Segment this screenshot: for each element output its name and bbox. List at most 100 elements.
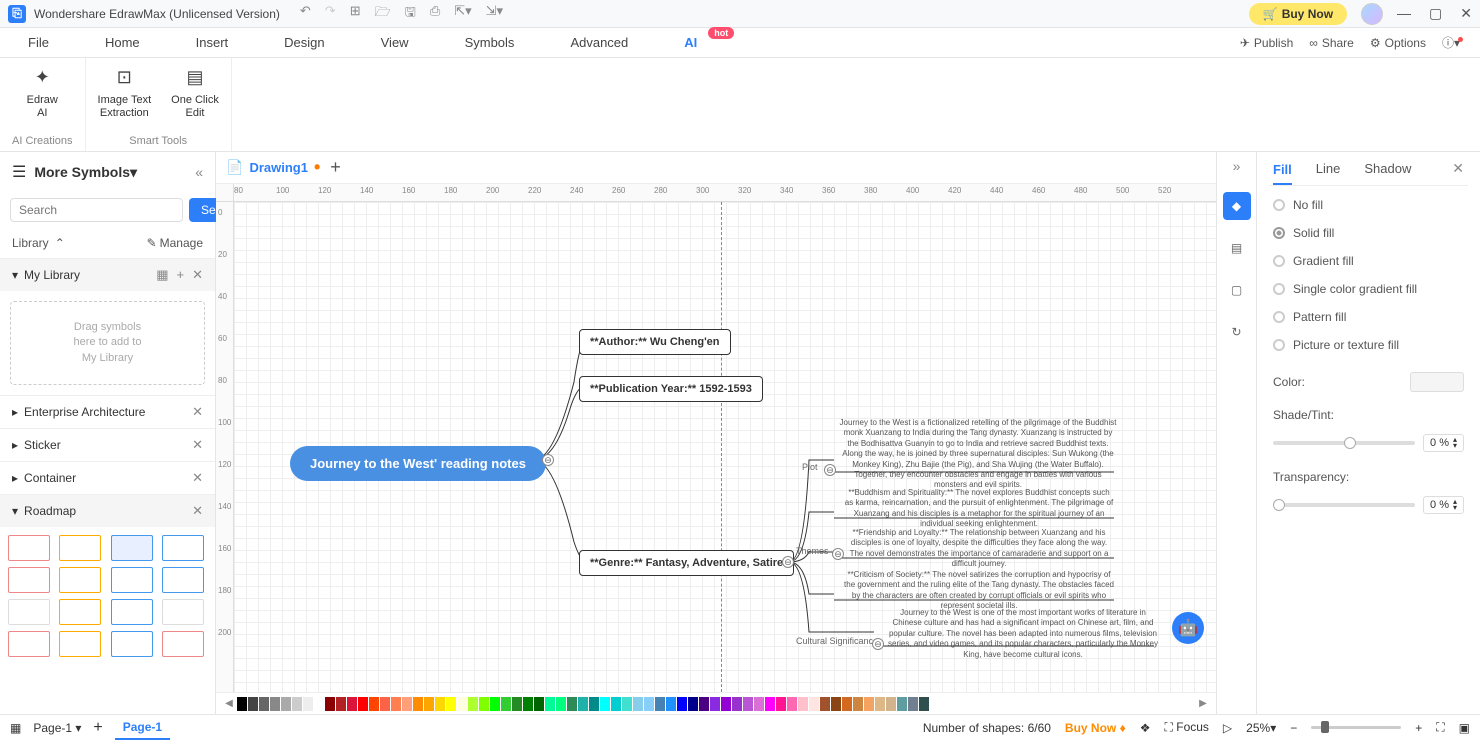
color-swatch[interactable]	[303, 697, 313, 711]
tab-drawing1[interactable]: 📄 Drawing1 •	[226, 157, 320, 178]
chatbot-button[interactable]: 🤖	[1172, 612, 1204, 644]
menu-home[interactable]: Home	[97, 29, 148, 56]
shade-slider[interactable]	[1273, 441, 1415, 445]
menu-symbols[interactable]: Symbols	[457, 29, 523, 56]
color-swatch[interactable]	[908, 697, 918, 711]
section-my-library[interactable]: ▾ My Library ▦+✕	[0, 259, 215, 291]
color-swatch[interactable]	[248, 697, 258, 711]
collapse-sidebar-icon[interactable]: «	[195, 164, 203, 180]
color-swatch[interactable]	[721, 697, 731, 711]
close-section-icon[interactable]: ✕	[192, 503, 203, 519]
color-swatch[interactable]	[435, 697, 445, 711]
fill-panel-icon[interactable]: ◆	[1223, 192, 1251, 220]
library-label[interactable]: Library	[12, 236, 49, 250]
color-swatch[interactable]	[831, 697, 841, 711]
color-swatch[interactable]	[710, 697, 720, 711]
close-section-icon[interactable]: ✕	[192, 437, 203, 453]
edraw-ai-button[interactable]: ✦Edraw AI	[27, 66, 58, 133]
color-swatch[interactable]	[402, 697, 412, 711]
color-swatch[interactable]	[281, 697, 291, 711]
color-swatch[interactable]	[666, 697, 676, 711]
roadmap-shape[interactable]	[8, 599, 50, 625]
undo-icon[interactable]: ↶	[300, 3, 311, 25]
roadmap-shape[interactable]	[59, 567, 101, 593]
color-swatch[interactable]	[600, 697, 610, 711]
roadmap-shape[interactable]	[162, 631, 204, 657]
add-page-button[interactable]: +	[93, 719, 102, 737]
color-swatch[interactable]	[578, 697, 588, 711]
mindmap-root[interactable]: Journey to the West' reading notes	[290, 446, 546, 481]
page-list-icon[interactable]: ▦	[10, 721, 21, 735]
shade-value[interactable]: 0 %▴▾	[1423, 434, 1464, 452]
color-swatch[interactable]	[732, 697, 742, 711]
buy-now-button[interactable]: 🛒Buy Now	[1249, 3, 1347, 25]
color-picker[interactable]	[1410, 372, 1464, 392]
color-swatch[interactable]	[270, 697, 280, 711]
roadmap-shape[interactable]	[8, 631, 50, 657]
image-text-extraction-button[interactable]: ⊡Image Text Extraction	[98, 66, 152, 133]
color-swatch[interactable]	[556, 697, 566, 711]
roadmap-shape[interactable]	[111, 599, 153, 625]
canvas[interactable]: Journey to the West' reading notes ⊖ **A…	[234, 202, 1216, 692]
zoom-level[interactable]: 25%▾	[1246, 721, 1276, 735]
close-section-icon[interactable]: ✕	[192, 404, 203, 420]
color-swatch[interactable]	[490, 697, 500, 711]
expand-node-icon[interactable]: ⊖	[782, 556, 794, 568]
color-swatch[interactable]	[875, 697, 885, 711]
redo-icon[interactable]: ↷	[325, 3, 336, 25]
play-icon[interactable]: ▷	[1223, 721, 1232, 735]
search-input[interactable]	[10, 198, 183, 222]
roadmap-shape[interactable]	[111, 567, 153, 593]
roadmap-shape[interactable]	[162, 535, 204, 561]
color-swatch[interactable]	[655, 697, 665, 711]
color-swatch[interactable]	[413, 697, 423, 711]
color-swatch[interactable]	[853, 697, 863, 711]
text-significance[interactable]: Journey to the West is one of the most i…	[888, 608, 1158, 660]
color-swatch[interactable]	[765, 697, 775, 711]
print-icon[interactable]: ⎙	[430, 3, 440, 25]
new-icon[interactable]: ⊞	[350, 3, 361, 25]
color-swatch[interactable]	[809, 697, 819, 711]
roadmap-shape[interactable]	[59, 535, 101, 561]
tab-line[interactable]: Line	[1316, 161, 1341, 176]
color-swatch[interactable]	[622, 697, 632, 711]
color-swatch[interactable]	[523, 697, 533, 711]
node-pub-year[interactable]: **Publication Year:** 1592-1593	[579, 376, 763, 402]
menu-advanced[interactable]: Advanced	[562, 29, 636, 56]
guide-vertical[interactable]	[721, 202, 722, 692]
radio-pattern-fill[interactable]: Pattern fill	[1273, 310, 1464, 324]
radio-no-fill[interactable]: No fill	[1273, 198, 1464, 212]
tab-shadow[interactable]: Shadow	[1364, 161, 1411, 176]
color-swatch[interactable]	[314, 697, 324, 711]
publish-button[interactable]: ✈Publish	[1240, 36, 1293, 50]
history-panel-icon[interactable]: ↻	[1223, 318, 1251, 346]
close-panel-icon[interactable]: ✕	[1452, 160, 1464, 177]
node-genre[interactable]: **Genre:** Fantasy, Adventure, Satire	[579, 550, 794, 576]
expand-panel-icon[interactable]: »	[1233, 158, 1241, 174]
color-swatch[interactable]	[644, 697, 654, 711]
color-swatch[interactable]	[259, 697, 269, 711]
close-section-icon[interactable]: ✕	[192, 267, 203, 283]
plus-icon[interactable]: +	[177, 267, 185, 283]
menu-ai[interactable]: AI hot	[676, 29, 705, 56]
section-sticker[interactable]: ▸Sticker✕	[0, 429, 215, 461]
transparency-slider[interactable]	[1273, 503, 1415, 507]
hamburger-icon[interactable]: ☰	[12, 162, 26, 182]
color-swatch[interactable]	[611, 697, 621, 711]
user-avatar[interactable]	[1361, 3, 1383, 25]
color-swatch[interactable]	[776, 697, 786, 711]
text-theme1[interactable]: **Buddhism and Spirituality:** The novel…	[844, 488, 1114, 530]
maximize-icon[interactable]: ▢	[1429, 5, 1442, 22]
page-dropdown[interactable]: Page-1 ▾	[33, 721, 81, 735]
color-swatch[interactable]	[919, 697, 929, 711]
one-click-edit-button[interactable]: ▤One Click Edit	[171, 66, 219, 133]
color-swatch[interactable]	[842, 697, 852, 711]
text-plot[interactable]: Journey to the West is a fictionalized r…	[838, 418, 1118, 491]
color-swatch[interactable]	[501, 697, 511, 711]
color-swatch[interactable]	[589, 697, 599, 711]
transparency-value[interactable]: 0 %▴▾	[1423, 496, 1464, 514]
zoom-slider[interactable]	[1311, 726, 1401, 729]
color-swatch[interactable]	[391, 697, 401, 711]
menu-view[interactable]: View	[373, 29, 417, 56]
share-button[interactable]: ∞Share	[1309, 36, 1354, 50]
